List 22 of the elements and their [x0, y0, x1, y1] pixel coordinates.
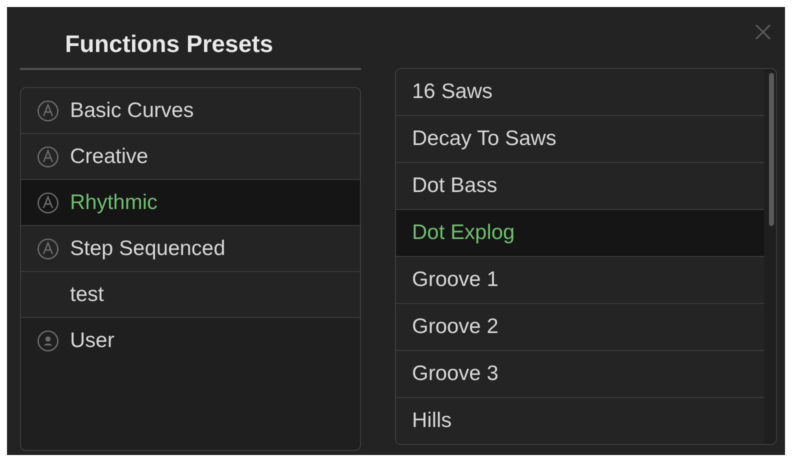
- dialog-title: Functions Presets: [65, 31, 274, 60]
- letter-a-circle-icon: [37, 238, 59, 260]
- preset-item[interactable]: Dot Explog: [396, 210, 764, 257]
- category-item[interactable]: Basic Curves: [21, 88, 360, 134]
- category-item[interactable]: User: [21, 318, 360, 364]
- user-icon: [37, 330, 59, 352]
- close-icon[interactable]: [753, 22, 773, 42]
- letter-a-circle-icon: [37, 192, 59, 214]
- preset-item[interactable]: Groove 1: [396, 257, 764, 304]
- category-item[interactable]: Rhythmic: [21, 180, 360, 226]
- preset-item[interactable]: Groove 2: [396, 304, 764, 351]
- category-item[interactable]: test: [21, 272, 360, 318]
- preset-item[interactable]: Decay To Saws: [396, 116, 764, 163]
- preset-item[interactable]: Groove 3: [396, 351, 764, 398]
- scrollbar-thumb[interactable]: [769, 73, 774, 226]
- preset-item[interactable]: 16 Saws: [396, 69, 764, 116]
- category-item[interactable]: Step Sequenced: [21, 226, 360, 272]
- letter-a-circle-icon: [37, 100, 59, 122]
- letter-a-circle-icon: [37, 146, 59, 168]
- category-item[interactable]: Creative: [21, 134, 360, 180]
- preset-item[interactable]: Hills: [396, 398, 764, 444]
- preset-item[interactable]: Dot Bass: [396, 163, 764, 210]
